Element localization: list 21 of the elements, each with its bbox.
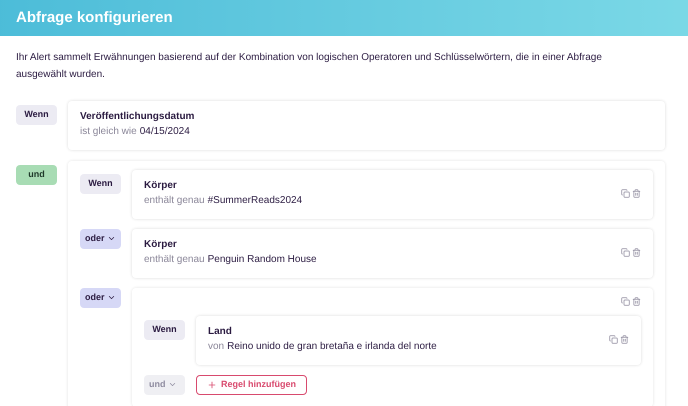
operator-badge: Wenn <box>16 105 57 124</box>
operator-badge: Wenn <box>80 174 121 194</box>
field-name: Körper <box>144 179 178 193</box>
page-title: Abfrage konfigurieren <box>16 8 173 28</box>
value-text: Penguin Random House <box>208 253 317 267</box>
comparison-text: ist gleich wie <box>80 125 137 139</box>
value-text: 04/15/2024 <box>140 125 190 139</box>
operator-badge: und <box>16 165 57 184</box>
operator-dropdown[interactable]: oder <box>80 288 121 308</box>
field-name: Land <box>208 325 233 339</box>
comparison-text: von <box>208 340 224 354</box>
comparison-text: enthält genau <box>144 253 205 267</box>
field-name: Veröffentlichungsdatum <box>80 110 194 124</box>
add-rule-button[interactable]: Regel hinzufügen <box>196 375 307 394</box>
description-text: Ihr Alert sammelt Erwähnungen basierend auf der Kombination von logischen Operatoren und Schlüsselwörtern, die in einer Abfrage ausgewählt wurden. <box>15 51 603 82</box>
value-text: #SummerReads2024 <box>208 194 302 208</box>
comparison-text: enthält genau <box>144 194 205 208</box>
operator-badge: Wenn <box>144 320 185 340</box>
operator-dropdown[interactable]: oder <box>80 229 121 248</box>
field-name: Körper <box>144 238 178 252</box>
value-text: Reino unido de gran bretaña e irlanda del norte <box>227 340 437 354</box>
